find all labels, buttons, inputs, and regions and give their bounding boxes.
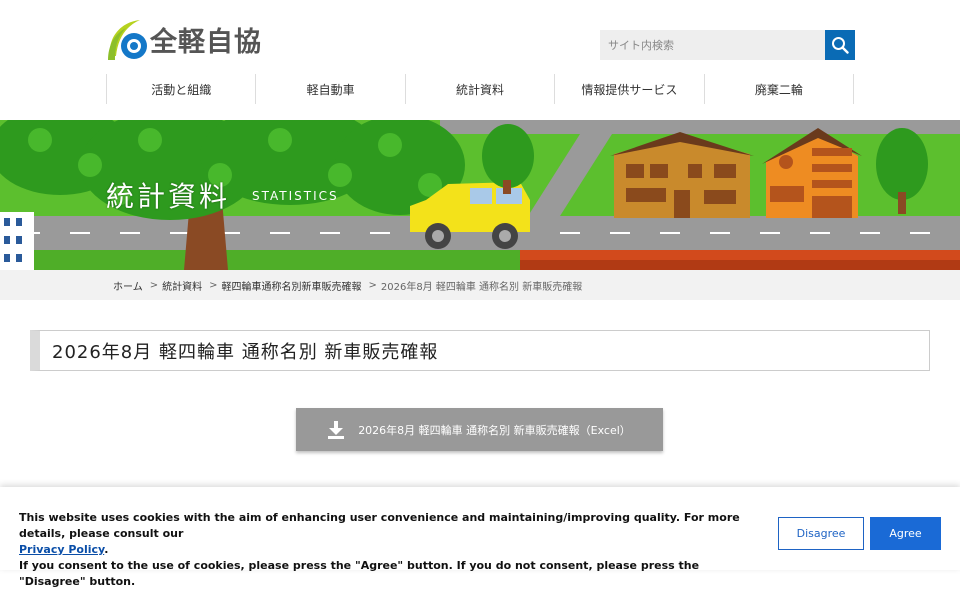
- site-logo[interactable]: 全軽自協: [106, 14, 276, 64]
- banner-subtitle: STATISTICS: [252, 189, 339, 203]
- page-title: 2026年8月 軽四輪車 通称名別 新車販売確報: [30, 330, 930, 371]
- search-button[interactable]: [825, 30, 855, 60]
- cookie-line-1: This website uses cookies with the aim o…: [19, 511, 740, 540]
- banner-title: 統計資料: [106, 180, 231, 213]
- nav-item-statistics[interactable]: 統計資料: [406, 74, 556, 104]
- download-excel-button[interactable]: 2026年8月 軽四輪車 通称名別 新車販売確報（Excel）: [296, 408, 663, 451]
- breadcrumb-statistics[interactable]: 統計資料: [162, 278, 202, 293]
- agree-button[interactable]: Agree: [870, 517, 941, 550]
- logo-text: 全軽自協: [150, 26, 262, 58]
- logo-mark-icon: [106, 16, 148, 62]
- site-header: 全軽自協 活動と組織 軽自動車 統計資料 情報提供サービス 廃棄二輪: [0, 0, 960, 120]
- breadcrumb-separator: >: [149, 279, 159, 291]
- nav-item-kei-cars[interactable]: 軽自動車: [256, 74, 406, 104]
- nav-item-activities[interactable]: 活動と組織: [107, 74, 257, 104]
- disagree-button[interactable]: Disagree: [778, 517, 864, 550]
- nav-item-info-services[interactable]: 情報提供サービス: [555, 74, 705, 104]
- breadcrumb-home[interactable]: ホーム: [113, 278, 143, 293]
- breadcrumb-category[interactable]: 軽四輪車通称名別新車販売確報: [221, 278, 361, 293]
- nav-item-motorcycle-disposal[interactable]: 廃棄二輪: [705, 74, 855, 104]
- hero-banner: 統計資料 STATISTICS: [0, 120, 960, 270]
- breadcrumb-separator: >: [368, 279, 377, 291]
- cookie-line-3: If you consent to the use of cookies, pl…: [19, 559, 700, 588]
- privacy-policy-link[interactable]: Privacy Policy: [19, 543, 104, 556]
- global-nav: 活動と組織 軽自動車 統計資料 情報提供サービス 廃棄二輪: [106, 74, 855, 104]
- search-icon: [832, 37, 849, 54]
- search-input[interactable]: [600, 30, 825, 60]
- download-label: 2026年8月 軽四輪車 通称名別 新車販売確報（Excel）: [358, 423, 631, 437]
- cookie-consent-banner: This website uses cookies with the aim o…: [0, 487, 960, 588]
- breadcrumb-current: 2026年8月 軽四輪車 通称名別 新車販売確報: [380, 281, 583, 293]
- cookie-period: .: [104, 543, 109, 556]
- breadcrumb: ホーム > 統計資料 > 軽四輪車通称名別新車販売確報 > 2026年8月 軽四…: [0, 270, 960, 300]
- download-icon: [328, 420, 345, 439]
- breadcrumb-separator: >: [209, 279, 218, 291]
- cookie-message: This website uses cookies with the aim o…: [19, 510, 759, 590]
